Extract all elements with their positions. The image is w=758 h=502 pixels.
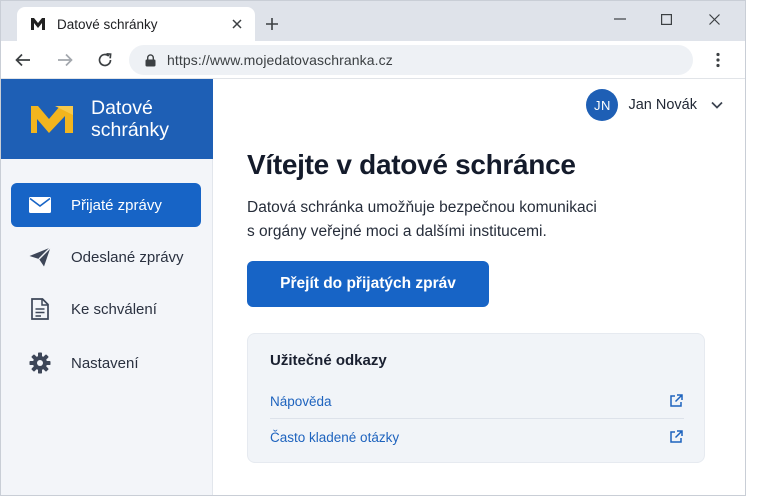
brand-name: Datové schránky	[91, 97, 169, 141]
close-window-icon[interactable]	[691, 7, 737, 31]
chevron-down-icon	[711, 99, 723, 111]
faq-link[interactable]: Často kladené otázky	[270, 422, 684, 452]
intro-text-line2: s orgány veřejné moci a dalšími instituc…	[247, 223, 547, 240]
gear-icon	[27, 351, 53, 375]
go-to-inbox-button[interactable]: Přejít do přijatých zpráv	[247, 261, 489, 307]
brand-header[interactable]: Datové schránky	[1, 79, 213, 159]
user-menu[interactable]: JN Jan Novák	[586, 89, 723, 121]
forward-arrow-icon[interactable]	[53, 49, 77, 71]
user-name: Jan Novák	[628, 97, 697, 113]
new-tab-icon[interactable]	[261, 13, 283, 35]
browser-tab[interactable]: Datové schránky	[17, 7, 255, 41]
brand-name-line2: schránky	[91, 119, 170, 141]
reload-icon[interactable]	[93, 49, 117, 71]
sidebar: Datové schránky Přijaté zprávy Odeslané …	[1, 79, 213, 495]
link-label: Často kladené otázky	[270, 429, 400, 445]
url-text: https://www.mojedatovaschranka.cz	[167, 52, 393, 68]
link-label: Nápověda	[270, 393, 332, 409]
paper-plane-icon	[27, 245, 53, 269]
sidebar-item-nastaveni[interactable]: Nastavení	[11, 341, 201, 385]
brand-name-line1: Datové	[91, 97, 153, 119]
main-content: JN Jan Novák Vítejte v datové schránce D…	[213, 79, 745, 495]
sidebar-item-label: Přijaté zprávy	[71, 196, 162, 214]
external-link-icon	[668, 393, 684, 409]
intro-text-line1: Datová schránka umožňuje bezpečnou komun…	[247, 199, 597, 216]
sidebar-item-odeslane-zpravy[interactable]: Odeslané zprávy	[11, 235, 201, 279]
datove-schranky-logo-icon	[29, 103, 75, 135]
help-link[interactable]: Nápověda	[270, 386, 684, 416]
sidebar-item-ke-schvaleni[interactable]: Ke schválení	[11, 287, 201, 331]
browser-menu-icon[interactable]	[707, 49, 729, 71]
lock-icon	[143, 53, 157, 67]
sidebar-item-label: Ke schválení	[71, 300, 157, 318]
useful-links-card: Užitečné odkazy Nápověda Často kladené o…	[247, 333, 705, 463]
close-tab-icon[interactable]	[227, 14, 247, 34]
sidebar-item-prijate-zpravy[interactable]: Přijaté zprávy	[11, 183, 201, 227]
intro-text: Datová schránka umožňuje bezpečnou komun…	[247, 196, 647, 244]
page-title: Vítejte v datové schránce	[247, 149, 576, 180]
sidebar-item-label: Odeslané zprávy	[71, 248, 184, 266]
useful-links-title: Užitečné odkazy	[270, 352, 387, 369]
back-arrow-icon[interactable]	[11, 49, 35, 71]
divider	[270, 418, 684, 419]
tab-title: Datové schránky	[57, 16, 158, 32]
external-link-icon	[668, 429, 684, 445]
sidebar-item-label: Nastavení	[71, 354, 139, 372]
browser-window: Datové schránky https://www.mojedatovasc…	[0, 0, 746, 496]
address-bar[interactable]: https://www.mojedatovaschranka.cz	[129, 45, 693, 75]
document-icon	[27, 297, 53, 321]
envelope-icon	[27, 193, 53, 217]
tab-strip: Datové schránky	[1, 1, 745, 41]
favicon-icon	[29, 15, 47, 33]
minimize-icon[interactable]	[597, 7, 643, 31]
browser-toolbar: https://www.mojedatovaschranka.cz	[1, 41, 745, 79]
maximize-icon[interactable]	[643, 7, 689, 31]
avatar: JN	[586, 89, 619, 121]
